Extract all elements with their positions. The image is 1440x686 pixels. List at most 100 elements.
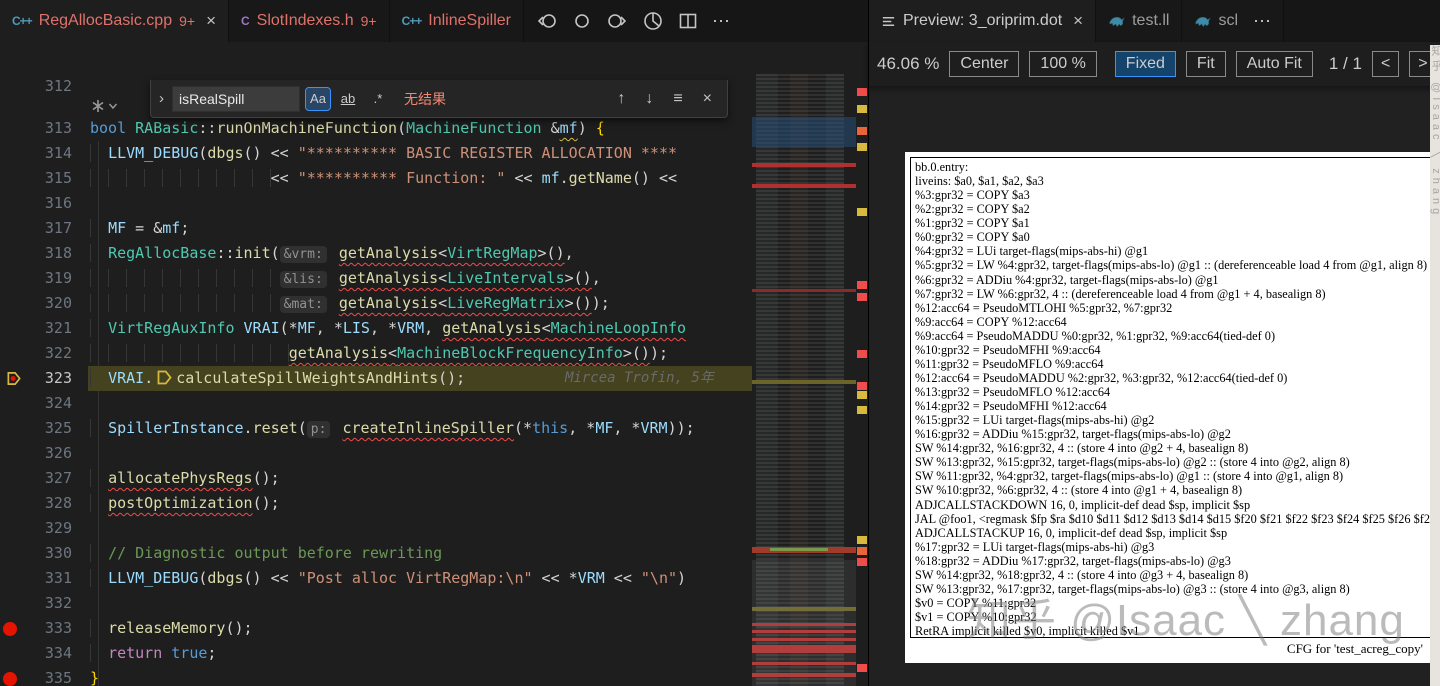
zoom-100-button[interactable]: 100 % <box>1029 51 1097 77</box>
code-line-331[interactable]: 331 LLVM_DEBUG(dbgs() << "Post alloc Vir… <box>0 566 752 591</box>
split-editor-icon[interactable] <box>678 11 698 31</box>
code-line-318[interactable]: 318 RegAllocBase::init(&vrm: getAnalysis… <box>0 241 752 266</box>
match-case-button[interactable]: Aa <box>305 86 331 111</box>
gutter-marker[interactable] <box>3 241 25 266</box>
gutter-marker[interactable] <box>3 191 25 216</box>
center-button[interactable]: Center <box>949 51 1020 77</box>
code-line-334[interactable]: 334 return true; <box>0 641 752 666</box>
gutter-marker[interactable] <box>3 316 25 341</box>
close-icon[interactable]: × <box>206 11 216 31</box>
line-number[interactable]: 319 <box>26 266 72 291</box>
expand-replace-icon[interactable]: › <box>159 90 164 107</box>
code-line-326[interactable]: 326 <box>0 441 752 466</box>
line-number[interactable]: 335 <box>26 666 72 686</box>
gutter-marker[interactable] <box>3 516 25 541</box>
line-number[interactable]: 312 <box>26 74 72 99</box>
regex-button[interactable]: .* <box>366 88 390 110</box>
whole-word-button[interactable]: ab <box>336 88 360 110</box>
code-line-316[interactable]: 316 <box>0 191 752 216</box>
fit-button[interactable]: Fit <box>1185 51 1226 77</box>
tab-slotindexes[interactable]: C SlotIndexes.h 9+ <box>229 0 390 42</box>
line-number[interactable]: 313 <box>26 116 72 141</box>
code-line-328[interactable]: 328 postOptimization(); <box>0 491 752 516</box>
navigate-back-icon[interactable] <box>536 10 558 32</box>
gutter-marker[interactable] <box>3 391 25 416</box>
code-editor[interactable]: 312313 bool RABasic::runOnMachineFunction… <box>0 48 868 686</box>
gutter-marker[interactable] <box>3 341 25 366</box>
line-number[interactable]: 317 <box>26 216 72 241</box>
gutter-marker[interactable] <box>3 216 25 241</box>
more-tabs-icon[interactable]: ⋯ <box>1253 11 1271 32</box>
code-line-329[interactable]: 329 <box>0 516 752 541</box>
gutter-marker[interactable] <box>3 266 25 291</box>
previous-page-button[interactable]: < <box>1371 51 1400 77</box>
line-number[interactable]: 315 <box>26 166 72 191</box>
fixed-button[interactable]: Fixed <box>1114 51 1176 77</box>
line-number[interactable]: 331 <box>26 566 72 591</box>
dot-preview-canvas[interactable]: bb.0.entry: liveins: $a0, $a1, $a2, $a3 %3… <box>868 86 1440 686</box>
line-number[interactable]: 333 <box>26 616 72 641</box>
tab-inlinespiller[interactable]: C++ InlineSpiller <box>389 0 524 42</box>
gutter-marker[interactable] <box>3 566 25 591</box>
gutter-marker[interactable] <box>3 591 25 616</box>
tab-test-ll[interactable]: test.ll <box>1096 0 1183 42</box>
find-in-selection-icon[interactable]: ≡ <box>666 90 689 108</box>
breakpoint-icon[interactable] <box>3 621 17 636</box>
gutter-marker[interactable] <box>3 541 25 566</box>
code-line-315[interactable]: 315 << "********** Function: " << mf.get… <box>0 166 752 191</box>
code-line-319[interactable]: 319 &lis: getAnalysis<LiveIntervals>(), <box>0 266 752 291</box>
navigate-dot-icon[interactable] <box>572 11 592 31</box>
auto-fit-button[interactable]: Auto Fit <box>1235 51 1313 77</box>
close-icon[interactable]: × <box>696 90 719 108</box>
gutter-marker[interactable] <box>3 291 25 316</box>
previous-match-icon[interactable]: ↑ <box>610 90 632 108</box>
line-number[interactable]: 318 <box>26 241 72 266</box>
line-number[interactable]: 334 <box>26 641 72 666</box>
next-match-icon[interactable]: ↓ <box>638 90 660 108</box>
code-line-322[interactable]: 322 getAnalysis<MachineBlockFrequencyInf… <box>0 341 752 366</box>
code-line-314[interactable]: 314 LLVM_DEBUG(dbgs() << "********** BAS… <box>0 141 752 166</box>
line-number[interactable]: 327 <box>26 466 72 491</box>
find-input[interactable] <box>172 85 300 112</box>
line-number[interactable]: 323 <box>26 366 72 391</box>
line-number[interactable]: 322 <box>26 341 72 366</box>
gutter-marker[interactable] <box>3 366 25 391</box>
gutter-marker[interactable] <box>3 166 25 191</box>
line-number[interactable]: 330 <box>26 541 72 566</box>
line-number[interactable]: 324 <box>26 391 72 416</box>
breakpoint-icon[interactable] <box>3 671 17 686</box>
line-number[interactable]: 332 <box>26 591 72 616</box>
line-number[interactable]: 329 <box>26 516 72 541</box>
code-line-332[interactable]: 332 <box>0 591 752 616</box>
gutter-marker[interactable] <box>3 74 25 99</box>
code-line-321[interactable]: 321 VirtRegAuxInfo VRAI(*MF, *LIS, *VRM,… <box>0 316 752 341</box>
gutter-marker[interactable] <box>3 116 25 141</box>
close-icon[interactable]: × <box>1073 11 1083 31</box>
line-number[interactable]: 326 <box>26 441 72 466</box>
tab-regallocbasic[interactable]: C++ RegAllocBasic.cpp 9+ × <box>0 0 229 42</box>
code-line-333[interactable]: 333 releaseMemory(); <box>0 616 752 641</box>
code-line-335[interactable]: 335} <box>0 666 752 686</box>
line-number[interactable]: 321 <box>26 316 72 341</box>
code-line-327[interactable]: 327 allocatePhysRegs(); <box>0 466 752 491</box>
more-actions-icon[interactable]: ⋯ <box>712 11 730 32</box>
minimap[interactable] <box>752 74 856 686</box>
code-line-324[interactable]: 324 <box>0 391 752 416</box>
line-number[interactable]: 328 <box>26 491 72 516</box>
code-line-325[interactable]: 325 SpillerInstance.reset(p: createInlin… <box>0 416 752 441</box>
gutter-marker[interactable] <box>3 491 25 516</box>
gutter-marker[interactable] <box>3 466 25 491</box>
code-line-320[interactable]: 320 &mat: getAnalysis<LiveRegMatrix>()); <box>0 291 752 316</box>
gutter-marker[interactable] <box>3 141 25 166</box>
minimap-slider[interactable] <box>752 560 856 686</box>
tab-preview-dot[interactable]: Preview: 3_oriprim.dot × <box>869 0 1097 42</box>
code-line-313[interactable]: 313 bool RABasic::runOnMachineFunction(Ma… <box>0 116 752 141</box>
ai-assistant-icon[interactable] <box>90 98 118 114</box>
code-line-330[interactable]: 330 // Diagnostic output before rewritin… <box>0 541 752 566</box>
line-number[interactable]: 314 <box>26 141 72 166</box>
line-number[interactable]: 320 <box>26 291 72 316</box>
gutter-marker[interactable] <box>3 666 25 686</box>
code-line-317[interactable]: 317 MF = &mf; <box>0 216 752 241</box>
line-number[interactable]: 316 <box>26 191 72 216</box>
gutter-marker[interactable] <box>3 441 25 466</box>
